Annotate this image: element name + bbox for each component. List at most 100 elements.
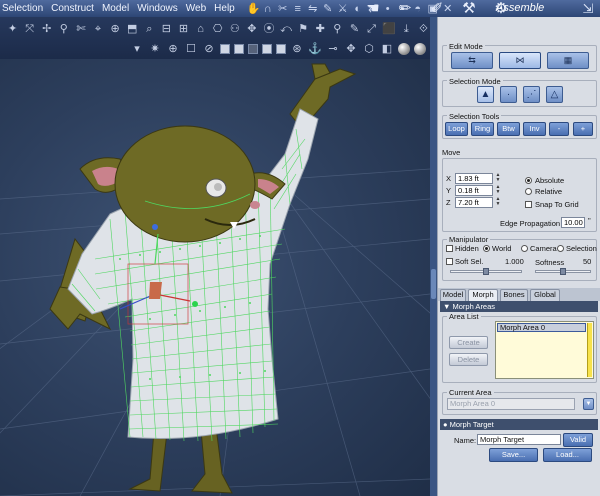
tab-morph[interactable]: Morph <box>468 289 498 301</box>
plus-icon[interactable]: ⊞ <box>177 22 190 36</box>
flag-icon[interactable]: ⚑ <box>297 22 310 36</box>
menu-construct[interactable]: Construct <box>47 3 98 14</box>
tab-model[interactable]: Model <box>440 289 466 301</box>
absolute-radio[interactable] <box>525 177 532 184</box>
edge-propagation-input[interactable]: 10.00 <box>561 217 585 228</box>
home-icon[interactable]: ⌂ <box>194 22 207 36</box>
pencil-icon[interactable]: ✎ <box>348 22 361 36</box>
grow-selection-button[interactable]: + <box>573 122 593 136</box>
scissors-icon[interactable]: ✂ <box>277 3 289 15</box>
display-box-icon[interactable] <box>220 44 230 54</box>
menu-help[interactable]: Help <box>210 3 239 14</box>
soft-selection-slider-thumb[interactable] <box>483 268 489 275</box>
z-spinner-icon[interactable]: ▲ ▼ <box>495 197 501 208</box>
current-area-dropdown[interactable]: Morph Area 0 <box>447 398 575 410</box>
chevron-down-icon[interactable]: ▼ <box>583 398 594 410</box>
select-vertex-button[interactable]: · <box>500 86 517 103</box>
area-list[interactable]: Morph Area 0 <box>495 321 594 379</box>
3d-viewport[interactable] <box>0 59 430 496</box>
loop-button[interactable]: Loop <box>445 122 468 136</box>
softness-slider-thumb[interactable] <box>560 268 566 275</box>
edit-mode-mesh-button[interactable]: ⋈ <box>499 52 541 69</box>
bone-room-icon[interactable]: ⚒ <box>458 0 480 17</box>
axis-icon[interactable]: ✥ <box>344 42 358 56</box>
snap-to-grid-checkbox[interactable] <box>525 201 532 208</box>
axis-icon[interactable]: ✥ <box>245 22 258 36</box>
shadow-icon[interactable]: ⊘ <box>202 42 216 56</box>
hand-room-icon[interactable]: ☚ <box>362 0 384 17</box>
cross-icon[interactable]: ✚ <box>314 22 327 36</box>
shrink-selection-button[interactable]: - <box>549 122 569 136</box>
brush-icon[interactable]: ✎ <box>322 3 334 15</box>
expand-icon[interactable]: ⤢ <box>365 22 378 36</box>
cube-icon[interactable]: ⬡ <box>362 42 376 56</box>
list-item[interactable]: Morph Area 0 <box>497 323 586 332</box>
hidden-checkbox[interactable] <box>446 245 453 252</box>
camera-icon[interactable]: ⊕ <box>166 42 180 56</box>
diamond-icon[interactable]: ⟐ <box>417 22 430 36</box>
menu-windows[interactable]: Windows <box>133 3 182 14</box>
x-spinner-icon[interactable]: ▲ ▼ <box>495 173 501 184</box>
select-polygon-button[interactable]: △ <box>546 86 563 103</box>
morph-target-header[interactable]: ● Morph Target <box>440 419 598 430</box>
y-spinner-icon[interactable]: ▲ ▼ <box>495 185 501 196</box>
edit-mode-object-button[interactable]: ⇆ <box>451 52 493 69</box>
load-button[interactable]: Load... <box>543 448 592 462</box>
group-icon[interactable]: ⚇ <box>228 22 241 36</box>
edit-mode-sculpt-button[interactable]: ▦ <box>547 52 589 69</box>
selection-radio[interactable] <box>557 245 564 252</box>
hex-icon[interactable]: ⎔ <box>211 22 224 36</box>
menu-web[interactable]: Web <box>182 3 210 14</box>
morph-target-name-input[interactable]: Morph Target <box>477 434 561 445</box>
align-icon[interactable]: ≡ <box>292 3 304 15</box>
collapse-handle[interactable] <box>431 269 436 299</box>
sphere-texture-icon[interactable] <box>414 43 426 55</box>
record-icon[interactable]: ⦿ <box>262 22 275 36</box>
lasso-icon[interactable]: ⤧ <box>23 22 36 36</box>
display-lit-icon[interactable] <box>262 44 272 54</box>
pencil-room-icon[interactable]: ✏ <box>394 0 416 17</box>
delete-area-button[interactable]: Delete <box>449 353 488 366</box>
minus-icon[interactable]: ⊟ <box>160 22 173 36</box>
brush-room-icon[interactable]: ✐ <box>426 0 448 17</box>
anchor-icon[interactable]: ⚓ <box>308 42 322 56</box>
relative-radio[interactable] <box>525 188 532 195</box>
y-position-input[interactable]: 0.18 ft <box>455 185 493 196</box>
ring-button[interactable]: Ring <box>471 122 494 136</box>
target-icon[interactable]: ⌖ <box>91 22 104 36</box>
select-icon[interactable]: ✦ <box>6 22 19 36</box>
solid-icon[interactable]: ⬛ <box>382 22 396 36</box>
select-edge-button[interactable]: ⋰ <box>523 86 540 103</box>
invert-button[interactable]: Inv <box>523 122 546 136</box>
display-wire-icon[interactable] <box>234 44 244 54</box>
world-radio[interactable] <box>483 245 490 252</box>
tab-bones[interactable]: Bones <box>500 289 528 301</box>
create-area-button[interactable]: Create <box>449 336 488 349</box>
morph-areas-header[interactable]: ▼ Morph Areas <box>440 301 598 312</box>
view-select-icon[interactable]: ▾ <box>130 42 144 56</box>
lights-icon[interactable]: ✷ <box>148 42 162 56</box>
shade-icon[interactable]: ⬒ <box>126 22 139 36</box>
zoom-icon[interactable]: ⌕ <box>143 22 156 36</box>
display-smooth-icon[interactable] <box>276 44 286 54</box>
panel-icon[interactable]: ◧ <box>380 42 394 56</box>
search-icon[interactable]: ⚲ <box>331 22 344 36</box>
panel-divider[interactable] <box>430 17 437 496</box>
sphere-shaded-icon[interactable] <box>398 43 410 55</box>
between-button[interactable]: Btw <box>497 122 520 136</box>
valid-button[interactable]: Valid <box>563 433 593 447</box>
move-icon[interactable]: ✢ <box>40 22 53 36</box>
display-hidden-icon[interactable] <box>248 44 258 54</box>
add-icon[interactable]: ⊕ <box>109 22 122 36</box>
undo-icon[interactable]: ⤺ <box>280 22 293 36</box>
globe-icon[interactable]: ⊛ <box>290 42 304 56</box>
cut-icon[interactable]: ✄ <box>74 22 87 36</box>
knife-icon[interactable]: ⚔ <box>337 3 349 15</box>
menu-selection[interactable]: Selection <box>0 3 47 14</box>
import-icon[interactable]: ⤓ <box>400 22 413 36</box>
ground-icon[interactable]: ☐ <box>184 42 198 56</box>
mirror-icon[interactable]: ⇋ <box>307 3 319 15</box>
magnify-icon[interactable]: ⚲ <box>57 22 70 36</box>
grab-icon[interactable]: ✋ <box>247 3 261 15</box>
tab-global[interactable]: Global <box>530 289 560 301</box>
